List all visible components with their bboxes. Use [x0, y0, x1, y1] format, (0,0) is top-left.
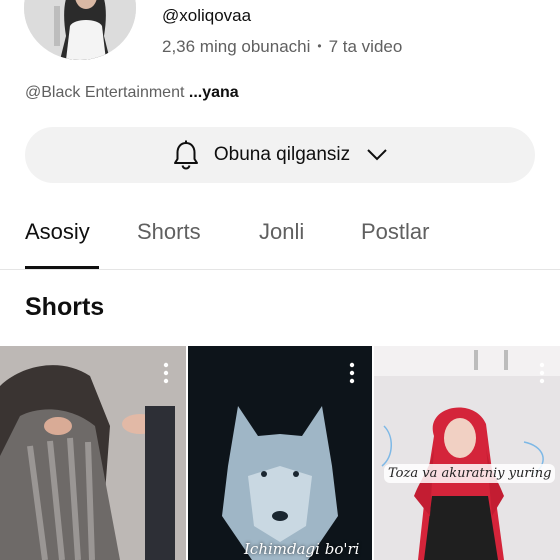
- channel-links[interactable]: @Black Entertainment ...yana: [25, 84, 239, 102]
- section-title: Shorts: [25, 293, 105, 321]
- subscribed-button[interactable]: Obuna qilgansiz: [25, 127, 535, 183]
- more-vert-icon[interactable]: [342, 360, 362, 386]
- subscriber-count: 2,36 ming obunachi: [162, 37, 311, 56]
- meta-separator: •: [317, 39, 322, 53]
- more-vert-icon[interactable]: [532, 360, 552, 386]
- more-link[interactable]: ...yana: [184, 84, 239, 101]
- channel-avatar[interactable]: [24, 0, 136, 60]
- channel-link-text[interactable]: @Black Entertainment: [25, 84, 184, 101]
- short-caption-2: Ichimdagi bo'ri: [244, 540, 360, 558]
- channel-tabs: Asosiy Shorts Jonli Postlar: [0, 200, 560, 270]
- more-vert-icon[interactable]: [156, 360, 176, 386]
- subscribed-label: Obuna qilgansiz: [213, 144, 351, 165]
- bell-icon: [173, 140, 198, 170]
- channel-meta: 2,36 ming obunachi • 7 ta video: [162, 37, 402, 57]
- tab-jonli[interactable]: Jonli: [259, 219, 304, 245]
- tab-asosiy[interactable]: Asosiy: [25, 219, 90, 245]
- short-card-1[interactable]: [0, 346, 186, 560]
- chevron-down-icon: [367, 149, 387, 161]
- short-card-2[interactable]: Ichimdagi bo'ri: [188, 346, 372, 560]
- tab-postlar[interactable]: Postlar: [361, 219, 429, 245]
- tab-shorts[interactable]: Shorts: [137, 219, 201, 245]
- avatar-image: [24, 0, 136, 60]
- short-caption-3: Toza va akuratniy yuring: [384, 464, 556, 483]
- channel-page: @xoliqovaa 2,36 ming obunachi • 7 ta video…: [0, 0, 560, 560]
- channel-handle: @xoliqovaa: [162, 6, 252, 25]
- active-tab-indicator: [25, 266, 99, 269]
- short-card-3[interactable]: Toza va akuratniy yuring: [374, 346, 560, 560]
- video-count: 7 ta video: [328, 37, 403, 56]
